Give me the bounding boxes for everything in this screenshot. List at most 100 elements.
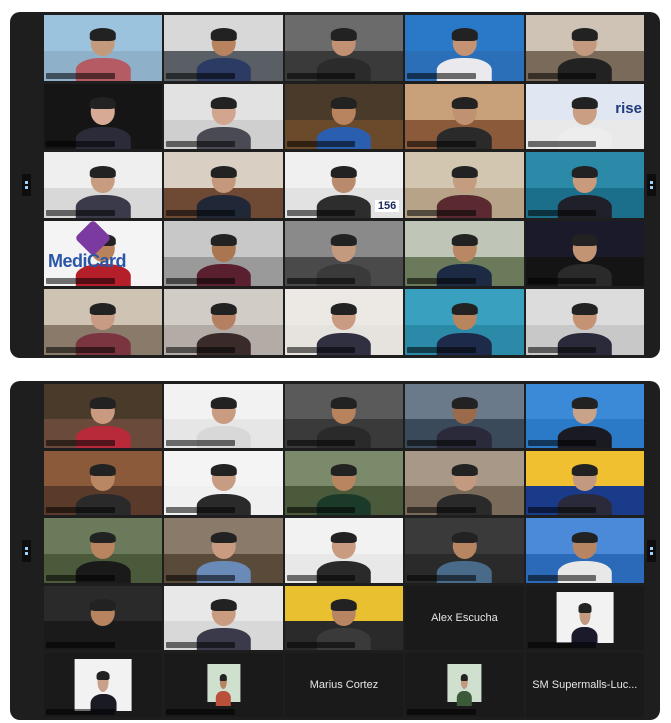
participant-tile[interactable]: Marius Cortez	[284, 652, 404, 717]
participant-nameplate	[286, 72, 356, 79]
participant-name: Marius Cortez	[309, 678, 379, 691]
participant-nameplate	[527, 278, 597, 285]
participant-tile[interactable]	[284, 15, 404, 81]
chevron-right-icon[interactable]	[647, 539, 656, 562]
participant-nameplate	[407, 278, 476, 285]
participant-tile[interactable]	[284, 83, 404, 150]
participant-figure	[456, 673, 472, 706]
participant-tile[interactable]	[44, 289, 163, 355]
participant-nameplate	[166, 507, 236, 514]
participant-tile[interactable]	[405, 83, 524, 150]
participant-nameplate	[527, 440, 597, 447]
participant-nameplate	[286, 574, 356, 581]
participant-tile[interactable]: 156	[284, 152, 404, 218]
participant-nameplate	[46, 708, 115, 715]
participant-tile[interactable]	[525, 518, 644, 583]
participant-tile[interactable]	[164, 585, 283, 650]
participant-nameplate	[166, 574, 236, 581]
participant-tile[interactable]	[525, 384, 644, 449]
participant-tile[interactable]	[284, 451, 404, 516]
profile-photo	[556, 592, 614, 648]
participant-nameplate	[166, 440, 236, 447]
participant-nameplate	[46, 141, 115, 148]
participant-nameplate	[286, 641, 356, 648]
participant-nameplate	[407, 72, 476, 79]
participant-tile[interactable]	[525, 152, 644, 218]
chevron-right-icon[interactable]	[647, 174, 656, 196]
participant-tile[interactable]	[405, 384, 524, 449]
participant-nameplate	[46, 346, 115, 353]
participant-tile[interactable]	[164, 15, 283, 81]
participant-tile[interactable]	[44, 451, 163, 516]
participant-tile[interactable]	[405, 15, 524, 81]
participant-nameplate	[407, 440, 476, 447]
participant-tile[interactable]	[44, 518, 163, 583]
participant-tile[interactable]	[284, 384, 404, 449]
rise-logo-text: rise	[615, 99, 642, 117]
participant-nameplate	[527, 141, 597, 148]
participant-tile[interactable]	[164, 83, 283, 150]
gallery-screenshot-2: Alex Escucha Marius Cortez SM Supermalls-L…	[10, 381, 660, 720]
participant-nameplate	[286, 278, 356, 285]
participant-nameplate	[286, 440, 356, 447]
participant-nameplate	[46, 72, 115, 79]
participant-tile[interactable]	[44, 652, 163, 717]
participant-tile[interactable]	[525, 289, 644, 355]
participant-tile[interactable]	[284, 585, 404, 650]
participant-nameplate	[46, 574, 115, 581]
participant-tile[interactable]	[44, 83, 163, 150]
participant-tile[interactable]: rise	[525, 83, 644, 150]
participant-tile[interactable]	[405, 152, 524, 218]
participant-tile[interactable]	[525, 451, 644, 516]
participant-tile[interactable]	[164, 384, 283, 449]
participant-tile[interactable]: Alex Escucha	[405, 585, 524, 650]
participant-tile[interactable]	[44, 384, 163, 449]
participant-nameplate	[46, 507, 115, 514]
participant-tile[interactable]	[164, 289, 283, 355]
participant-tile[interactable]: SM Supermalls-Luc...	[525, 652, 644, 717]
participant-tile[interactable]	[284, 220, 404, 287]
participant-nameplate	[46, 209, 115, 216]
participant-nameplate	[407, 708, 476, 715]
participant-tile[interactable]	[525, 220, 644, 287]
participant-nameplate	[407, 507, 476, 514]
participant-tile[interactable]	[44, 15, 163, 81]
chevron-left-icon[interactable]	[22, 539, 31, 562]
participant-tile[interactable]	[164, 451, 283, 516]
participant-grid-1: rise 156 MediCard	[44, 15, 644, 355]
participant-nameplate	[527, 209, 597, 216]
chevron-left-icon[interactable]	[22, 174, 31, 196]
participant-tile[interactable]	[164, 152, 283, 218]
participant-nameplate	[527, 574, 597, 581]
participant-tile[interactable]	[164, 652, 283, 717]
participant-tile[interactable]	[405, 652, 524, 717]
participant-tile[interactable]	[405, 451, 524, 516]
participant-tile[interactable]	[525, 585, 644, 650]
participant-tile[interactable]	[525, 15, 644, 81]
participant-tile[interactable]	[284, 289, 404, 355]
participant-nameplate	[166, 209, 236, 216]
participant-nameplate	[46, 641, 115, 648]
participant-nameplate	[166, 278, 236, 285]
number-badge: 156	[374, 199, 400, 212]
participant-tile[interactable]	[405, 289, 524, 355]
participant-grid-2: Alex Escucha Marius Cortez SM Supermalls-L…	[44, 384, 644, 717]
participant-tile[interactable]	[405, 220, 524, 287]
participant-tile[interactable]	[44, 152, 163, 218]
participant-figure	[215, 673, 232, 706]
participant-tile[interactable]	[284, 518, 404, 583]
participant-nameplate	[407, 209, 476, 216]
participant-tile[interactable]	[164, 518, 283, 583]
participant-tile[interactable]: MediCard	[44, 220, 163, 287]
participant-tile[interactable]	[405, 518, 524, 583]
participant-nameplate	[166, 346, 236, 353]
participant-tile[interactable]	[44, 585, 163, 650]
participant-figure	[571, 603, 598, 648]
participant-nameplate	[166, 141, 236, 148]
participant-tile[interactable]	[164, 220, 283, 287]
gallery-screenshot-1: rise 156 MediCard	[10, 12, 660, 358]
participant-nameplate	[407, 346, 476, 353]
participant-nameplate	[46, 440, 115, 447]
participant-name: SM Supermalls-Luc...	[532, 678, 638, 691]
participant-nameplate	[527, 641, 597, 648]
